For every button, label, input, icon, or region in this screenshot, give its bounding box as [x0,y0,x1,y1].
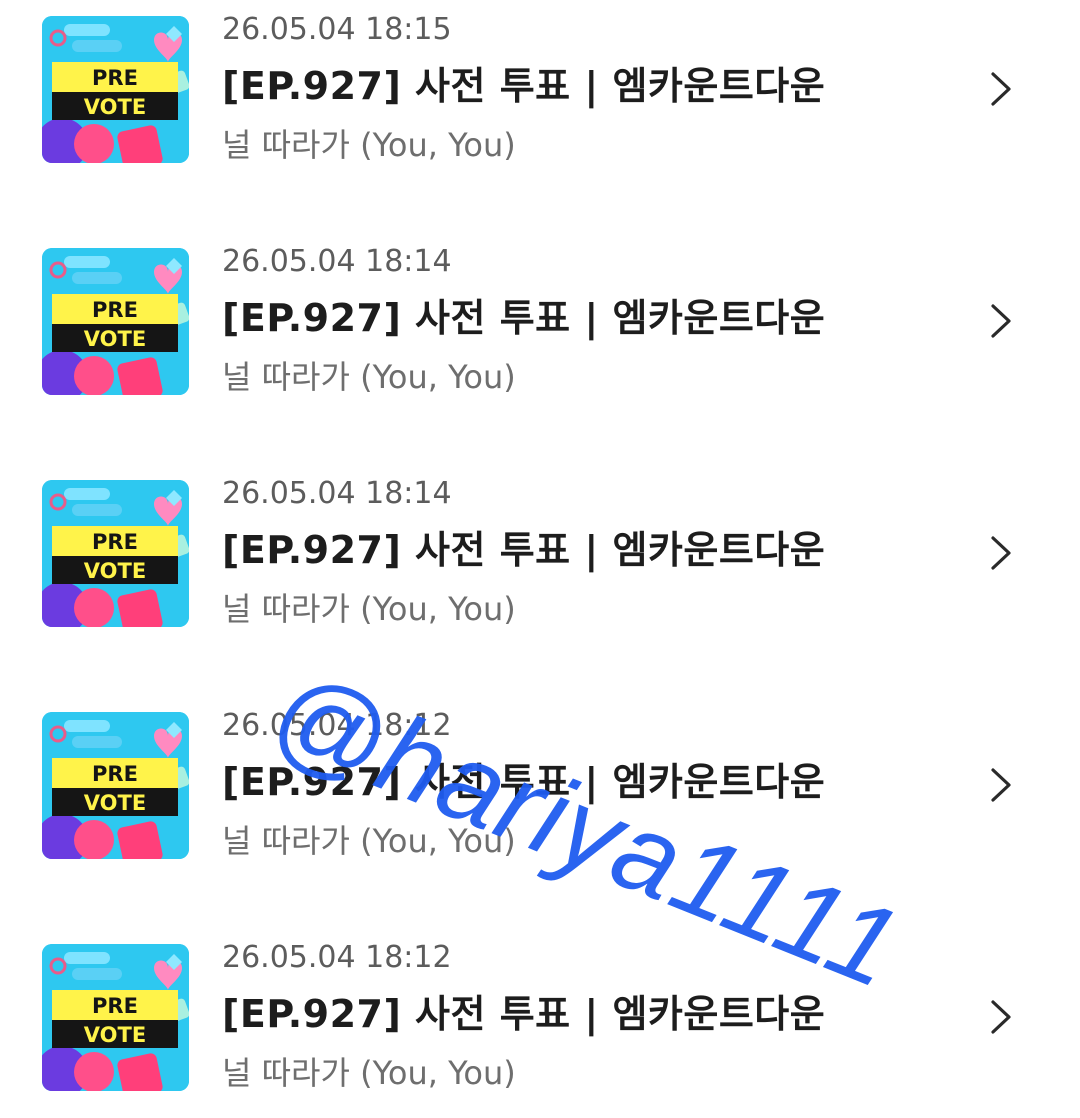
thumb-text-pre: PRE [92,530,138,554]
thumb-text-vote: VOTE [84,559,146,583]
timestamp: 26.05.04 18:15 [222,12,452,47]
timestamp: 26.05.04 18:12 [222,940,452,975]
chevron-right-icon[interactable] [988,534,1014,572]
vote-item[interactable]: PRE VOTE 26.05.04 18:14 [EP.927] 사전 투표 |… [0,464,1080,628]
chevron-right-icon[interactable] [988,302,1014,340]
item-title: [EP.927] 사전 투표 | 엠카운트다운 [222,992,826,1036]
thumb-text-vote: VOTE [84,327,146,351]
pre-vote-thumbnail: PRE VOTE [42,16,189,163]
thumb-text-vote: VOTE [84,791,146,815]
pre-vote-thumbnail: PRE VOTE [42,944,189,1091]
thumb-text-pre: PRE [92,994,138,1018]
thumb-text-vote: VOTE [84,1023,146,1047]
vote-item[interactable]: PRE VOTE 26.05.04 18:14 [EP.927] 사전 투표 |… [0,232,1080,396]
thumb-text-pre: PRE [92,762,138,786]
pre-vote-thumbnail: PRE VOTE [42,480,189,627]
item-title: [EP.927] 사전 투표 | 엠카운트다운 [222,528,826,572]
timestamp: 26.05.04 18:14 [222,476,452,511]
item-subtitle: 널 따라가 (You, You) [222,126,516,164]
timestamp: 26.05.04 18:12 [222,708,452,743]
pre-vote-thumbnail: PRE VOTE [42,712,189,859]
chevron-right-icon[interactable] [988,766,1014,804]
item-subtitle: 널 따라가 (You, You) [222,590,516,628]
item-subtitle: 널 따라가 (You, You) [222,822,516,860]
vote-item[interactable]: PRE VOTE 26.05.04 18:15 [EP.927] 사전 투표 |… [0,0,1080,164]
item-title: [EP.927] 사전 투표 | 엠카운트다운 [222,760,826,804]
item-subtitle: 널 따라가 (You, You) [222,358,516,396]
thumb-text-pre: PRE [92,66,138,90]
vote-item[interactable]: PRE VOTE 26.05.04 18:12 [EP.927] 사전 투표 |… [0,696,1080,860]
item-subtitle: 널 따라가 (You, You) [222,1054,516,1092]
chevron-right-icon[interactable] [988,998,1014,1036]
vote-item[interactable]: PRE VOTE 26.05.04 18:12 [EP.927] 사전 투표 |… [0,928,1080,1092]
thumb-text-pre: PRE [92,298,138,322]
item-title: [EP.927] 사전 투표 | 엠카운트다운 [222,64,826,108]
timestamp: 26.05.04 18:14 [222,244,452,279]
thumb-text-vote: VOTE [84,95,146,119]
item-title: [EP.927] 사전 투표 | 엠카운트다운 [222,296,826,340]
pre-vote-thumbnail: PRE VOTE [42,248,189,395]
chevron-right-icon[interactable] [988,70,1014,108]
